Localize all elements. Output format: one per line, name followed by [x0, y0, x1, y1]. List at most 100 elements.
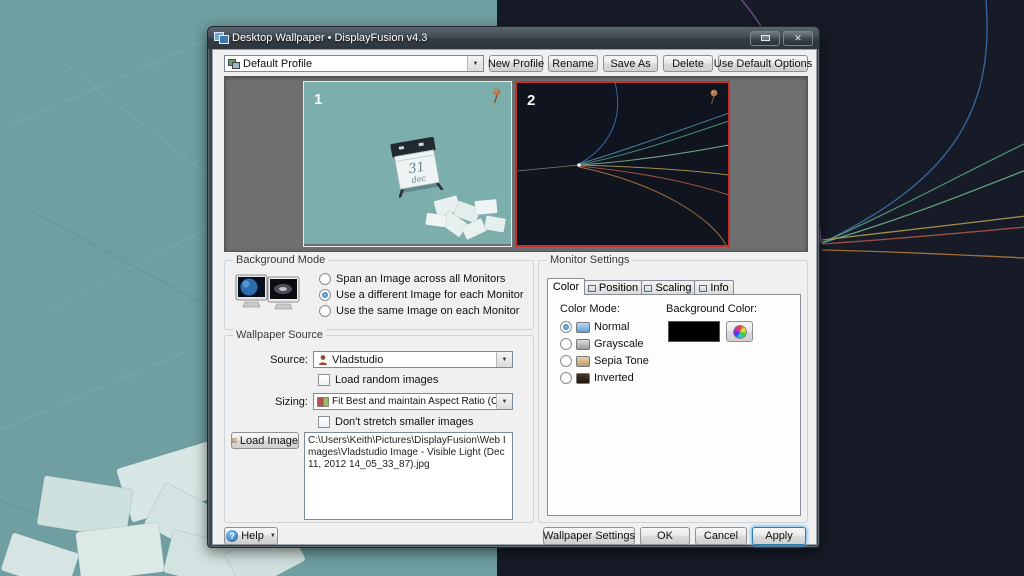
color-mode-inverted-option[interactable]: Inverted	[560, 372, 634, 384]
span-image-option[interactable]: Span an Image across all Monitors	[319, 273, 505, 285]
rename-button[interactable]: Rename	[548, 55, 598, 72]
titlebar[interactable]: Desktop Wallpaper • DisplayFusion v4.3 ✕	[208, 27, 819, 49]
radio-unchecked[interactable]	[560, 338, 572, 350]
sepia-label: Sepia Tone	[594, 355, 649, 367]
help-icon: ?	[226, 530, 238, 542]
same-image-label: Use the same Image on each Monitor	[336, 305, 519, 317]
radio-checked[interactable]	[319, 289, 331, 301]
tab-scaling[interactable]: Scaling	[641, 280, 695, 295]
radio-checked[interactable]	[560, 321, 572, 333]
normal-mode-icon	[576, 322, 590, 333]
wallpaper-source-groupbox: Wallpaper Source Source: Vladstudio ▼ Lo…	[224, 335, 534, 523]
chevron-down-icon: ▼	[270, 533, 276, 539]
inverted-label: Inverted	[594, 372, 634, 384]
color-mode-normal-option[interactable]: Normal	[560, 321, 629, 333]
profile-bar: Default Profile ▼ New Profile Rename Sav…	[224, 55, 808, 72]
ok-button[interactable]: OK	[640, 527, 690, 545]
background-mode-title: Background Mode	[233, 254, 328, 266]
window-icon	[761, 35, 770, 41]
wallpaper-source-title: Wallpaper Source	[233, 329, 326, 341]
dont-stretch-option[interactable]: Don't stretch smaller images	[318, 416, 473, 428]
profile-combobox-value: Default Profile	[240, 58, 467, 70]
monitor-2-preview[interactable]: 2	[515, 81, 730, 247]
checkbox-unchecked[interactable]	[318, 416, 330, 428]
profile-icon	[228, 58, 240, 70]
image-icon	[232, 435, 237, 446]
normal-label: Normal	[594, 321, 629, 333]
position-tab-icon	[588, 285, 596, 292]
checkbox-unchecked[interactable]	[318, 374, 330, 386]
background-color-label: Background Color:	[666, 303, 757, 315]
different-image-option[interactable]: Use a different Image for each Monitor	[319, 289, 524, 301]
apply-button[interactable]: Apply	[752, 527, 806, 545]
same-image-option[interactable]: Use the same Image on each Monitor	[319, 305, 519, 317]
titlebar-window-button[interactable]	[750, 31, 780, 46]
source-label: Source:	[253, 354, 308, 366]
close-button[interactable]: ✕	[783, 31, 813, 46]
load-image-button[interactable]: Load Image	[231, 432, 299, 449]
radio-unchecked[interactable]	[560, 372, 572, 384]
color-mode-label: Color Mode:	[560, 303, 620, 315]
dont-stretch-label: Don't stretch smaller images	[335, 416, 473, 428]
tab-color-label: Color	[553, 281, 579, 293]
footer-buttons: Wallpaper Settings OK Cancel Apply	[543, 527, 806, 545]
tab-color[interactable]: Color	[547, 278, 585, 295]
sepia-mode-icon	[576, 356, 590, 367]
dialog-body: Default Profile ▼ New Profile Rename Sav…	[212, 49, 817, 545]
load-image-label: Load Image	[240, 435, 298, 447]
load-random-label: Load random images	[335, 374, 438, 386]
help-button[interactable]: ? Help ▼	[224, 527, 278, 545]
source-combobox[interactable]: Vladstudio ▼	[313, 351, 513, 368]
image-path-textbox[interactable]: C:\Users\Keith\Pictures\DisplayFusion\We…	[304, 432, 513, 520]
tab-info-label: Info	[710, 282, 728, 294]
chevron-down-icon[interactable]: ▼	[467, 56, 483, 71]
help-label: Help	[241, 530, 264, 542]
background-mode-groupbox: Background Mode Span an Image across all…	[224, 260, 534, 330]
radio-unchecked[interactable]	[560, 355, 572, 367]
monitor-2-number: 2	[527, 92, 535, 109]
different-image-label: Use a different Image for each Monitor	[336, 289, 524, 301]
monitor-settings-title: Monitor Settings	[547, 254, 632, 266]
radio-unchecked[interactable]	[319, 273, 331, 285]
grayscale-mode-icon	[576, 339, 590, 350]
color-tab-panel: Color Mode: Normal Grayscale S	[547, 294, 801, 516]
profile-combobox[interactable]: Default Profile ▼	[224, 55, 484, 72]
delete-button[interactable]: Delete	[663, 55, 713, 72]
displayfusion-app-icon	[214, 32, 227, 44]
tab-position-label: Position	[599, 282, 638, 294]
sizing-combobox[interactable]: Fit Best and maintain Aspect Ratio (Clip…	[313, 393, 513, 410]
tab-info[interactable]: Info	[694, 280, 734, 295]
load-random-images-option[interactable]: Load random images	[318, 374, 438, 386]
color-picker-button[interactable]	[726, 321, 753, 342]
chevron-down-icon[interactable]: ▼	[496, 394, 512, 409]
close-icon: ✕	[794, 33, 802, 44]
sizing-label: Sizing:	[253, 396, 308, 408]
displayfusion-dialog: Desktop Wallpaper • DisplayFusion v4.3 ✕…	[207, 26, 820, 548]
tab-position[interactable]: Position	[584, 280, 642, 295]
wallpaper-settings-button[interactable]: Wallpaper Settings	[543, 527, 635, 545]
monitor-settings-tabs: Color Position Scaling Info	[547, 278, 734, 295]
vladstudio-icon	[317, 354, 329, 366]
cancel-button[interactable]: Cancel	[695, 527, 747, 545]
color-mode-sepia-option[interactable]: Sepia Tone	[560, 355, 649, 367]
chevron-down-icon[interactable]: ▼	[496, 352, 512, 367]
window-title: Desktop Wallpaper • DisplayFusion v4.3	[232, 32, 427, 44]
new-profile-button[interactable]: New Profile	[489, 55, 543, 72]
background-color-swatch[interactable]	[668, 321, 720, 342]
inverted-mode-icon	[576, 373, 590, 384]
color-mode-grayscale-option[interactable]: Grayscale	[560, 338, 644, 350]
grayscale-label: Grayscale	[594, 338, 644, 350]
desktop: Desktop Wallpaper • DisplayFusion v4.3 ✕…	[0, 0, 1024, 576]
use-default-options-button[interactable]: Use Default Options	[718, 55, 808, 72]
span-image-label: Span an Image across all Monitors	[336, 273, 505, 285]
monitor-preview-panel: 31 dec 1	[224, 76, 808, 252]
save-as-button[interactable]: Save As	[603, 55, 658, 72]
radio-unchecked[interactable]	[319, 305, 331, 317]
source-value: Vladstudio	[329, 354, 496, 366]
light-focus-dot	[577, 163, 581, 167]
monitor-1-preview[interactable]: 31 dec 1	[303, 81, 512, 247]
color-wheel-icon	[733, 325, 747, 339]
monitor-1-number: 1	[314, 91, 322, 108]
sizing-value: Fit Best and maintain Aspect Ratio (Clip…	[329, 396, 496, 407]
tab-scaling-label: Scaling	[655, 282, 691, 294]
